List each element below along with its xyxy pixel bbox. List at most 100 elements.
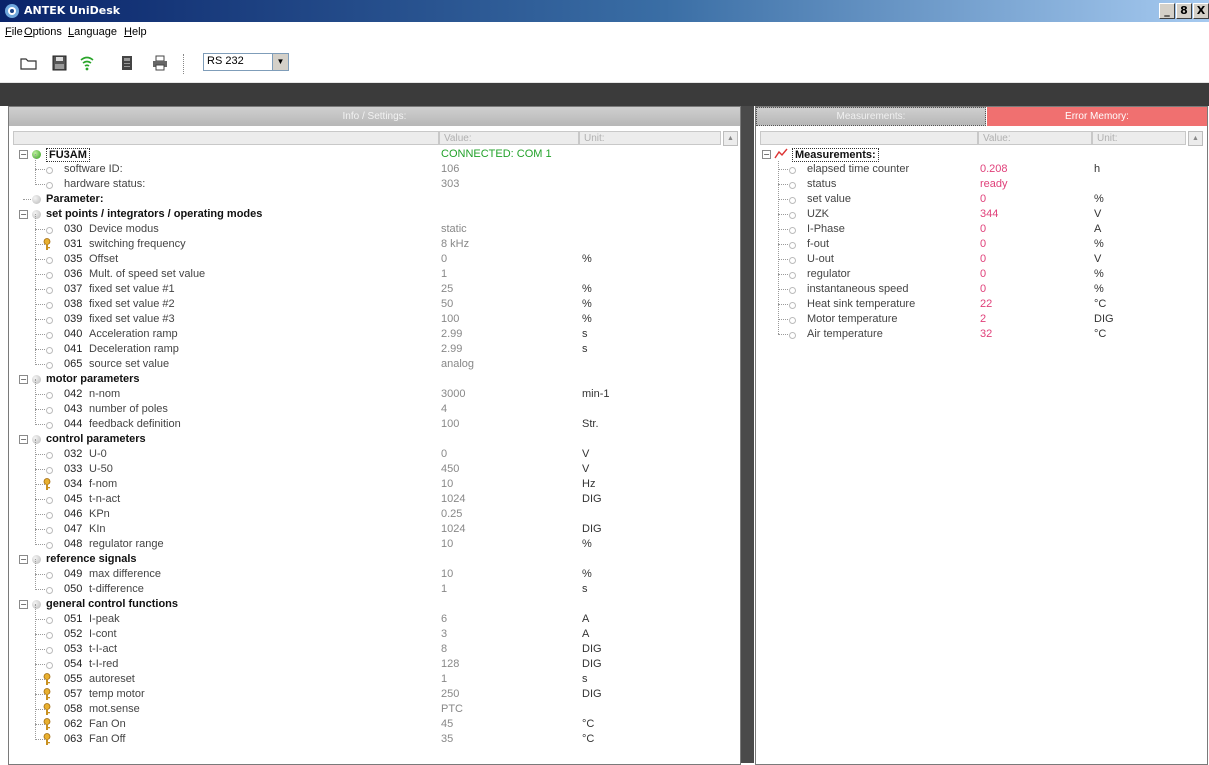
menu-file[interactable]: File [5,26,23,38]
measurement-row[interactable]: Air temperature 32 °C [756,327,1186,342]
expand-toggle[interactable]: − [19,435,28,444]
column-header-name[interactable] [760,131,978,145]
node-icon [789,257,796,264]
save-disk-icon[interactable] [51,55,69,71]
parameter-row-037[interactable]: 037 fixed set value #1 25% [9,282,719,297]
measurement-label: Heat sink temperature [807,298,916,310]
parameter-row-057[interactable]: 057 temp motor 250 DIG [9,687,719,702]
group-row-general-control-functions[interactable]: − general control functions [9,597,719,612]
measurement-row[interactable]: UZK 344 V [756,207,1186,222]
group-row-motor-parameters[interactable]: − motor parameters [9,372,719,387]
parameter-row-046[interactable]: 046 KPn 0.25 [9,507,719,522]
parameter-row-058[interactable]: 058 mot.sense PTC [9,702,719,717]
parameter-row-info-0[interactable]: software ID: 106 [9,162,719,177]
column-header-value[interactable]: Value: [439,131,579,145]
parameter-row-044[interactable]: 044 feedback definition 100 Str. [9,417,719,432]
expand-toggle[interactable]: − [19,210,28,219]
parameter-row-035[interactable]: 035 Offset 0% [9,252,719,267]
measurement-row[interactable]: instantaneous speed 0% [756,282,1186,297]
column-header-value[interactable]: Value: [978,131,1092,145]
measurement-row[interactable]: set value 0% [756,192,1186,207]
measurement-row[interactable]: U-out 0 V [756,252,1186,267]
tab-error-memory[interactable]: Error Memory: [987,107,1207,126]
print-icon[interactable] [151,55,169,71]
measurement-row[interactable]: f-out 0% [756,237,1186,252]
parameter-row-062[interactable]: 062 Fan On 45 °C [9,717,719,732]
parameter-row-034[interactable]: 034 f-nom 10 Hz [9,477,719,492]
parameter-row-047[interactable]: 047 KIn 1024 DIG [9,522,719,537]
parameter-row-033[interactable]: 033 U-50 450 V [9,462,719,477]
parameter-row-063[interactable]: 063 Fan Off 35 °C [9,732,719,747]
scroll-up-button[interactable]: ▲ [1188,131,1203,146]
measurement-row[interactable]: status ready [756,177,1186,192]
tree-connector [778,169,788,170]
group-row-set-points-integrators-operating-modes[interactable]: − set points / integrators / operating mo… [9,207,719,222]
expand-toggle[interactable]: − [19,555,28,564]
minimize-button[interactable]: _ [1159,3,1175,19]
parameter-row-048[interactable]: 048 regulator range 10% [9,537,719,552]
column-header-unit[interactable]: Unit: [579,131,721,145]
parameter-row-045[interactable]: 045 t-n-act 1024 DIG [9,492,719,507]
chevron-down-icon[interactable]: ▼ [272,54,288,70]
connect-signal-icon[interactable] [78,55,96,71]
parameter-row-030[interactable]: 030 Device modus static [9,222,719,237]
tab-measurements[interactable]: Measurements: [756,107,986,126]
panel-divider[interactable] [740,106,754,763]
measurement-row[interactable]: I-Phase 0 A [756,222,1186,237]
group-row-reference-signals[interactable]: − reference signals [9,552,719,567]
menu-options[interactable]: Options [24,26,62,38]
parameter-row-040[interactable]: 040 Acceleration ramp 2.99 s [9,327,719,342]
parameter-row-043[interactable]: 043 number of poles 4 [9,402,719,417]
parameter-row-032[interactable]: 032 U-0 0 V [9,447,719,462]
parameter-row-055[interactable]: 055 autoreset 1 s [9,672,719,687]
measurement-row[interactable]: Heat sink temperature 22 °C [756,297,1186,312]
parameter-row-052[interactable]: 052 I-cont 3 A [9,627,719,642]
measurement-row[interactable]: Motor temperature 2 DIG [756,312,1186,327]
measurement-row[interactable]: elapsed time counter 0.208 h [756,162,1186,177]
parameter-value: 1 [441,583,448,595]
tree-connector [35,529,45,530]
parameter-row-065[interactable]: 065 source set value analog [9,357,719,372]
parameter-row-038[interactable]: 038 fixed set value #2 50% [9,297,719,312]
parameter-row-039[interactable]: 039 fixed set value #3 100% [9,312,719,327]
tree-connector [35,394,45,395]
parameter-row-050[interactable]: 050 t-difference 1 s [9,582,719,597]
menu-language[interactable]: Language [68,26,117,38]
parameter-row-049[interactable]: 049 max difference 10% [9,567,719,582]
device-root-row[interactable]: − FU3AM CONNECTED: COM 1 [9,147,719,162]
node-icon [46,332,53,339]
parameter-value: 8 [441,643,448,655]
parameter-number: 054 [64,658,83,670]
expand-toggle[interactable]: − [19,150,28,159]
parameter-row-031[interactable]: 031 switching frequency 8 kHz [9,237,719,252]
parameter-row-054[interactable]: 054 t-I-red 128 DIG [9,657,719,672]
menu-help[interactable]: Help [124,26,147,38]
title-bar[interactable]: ANTEK UniDesk _ 8 X [0,0,1209,22]
restore-button[interactable]: 8 [1176,3,1192,19]
parameter-row-036[interactable]: 036 Mult. of speed set value 1 [9,267,719,282]
expand-toggle[interactable]: − [19,375,28,384]
open-folder-icon[interactable] [20,55,38,71]
group-row-control-parameters[interactable]: − control parameters [9,432,719,447]
device-icon[interactable] [118,55,136,71]
column-header-name[interactable] [13,131,439,145]
parameter-row-051[interactable]: 051 I-peak 6 A [9,612,719,627]
expand-toggle[interactable]: − [19,600,28,609]
close-button[interactable]: X [1193,3,1209,19]
measurement-unit: % [1094,193,1104,205]
parameter-header-row[interactable]: Parameter: [9,192,719,207]
scroll-up-button[interactable]: ▲ [723,131,738,146]
tree-connector [35,499,45,500]
expand-toggle[interactable]: − [762,150,771,159]
parameter-value: 100 [441,418,460,430]
parameter-row-info-1[interactable]: hardware status: 303 [9,177,719,192]
port-select[interactable]: RS 232 ▼ [203,53,289,71]
parameter-row-053[interactable]: 053 t-I-act 8 DIG [9,642,719,657]
parameter-number: 033 [64,463,83,475]
measurement-row[interactable]: regulator 0% [756,267,1186,282]
measurements-root-row[interactable]: − Measurements: [756,147,1186,162]
parameter-unit: V [582,448,590,460]
parameter-row-042[interactable]: 042 n-nom 3000 min-1 [9,387,719,402]
parameter-row-041[interactable]: 041 Deceleration ramp 2.99 s [9,342,719,357]
column-header-unit[interactable]: Unit: [1092,131,1186,145]
